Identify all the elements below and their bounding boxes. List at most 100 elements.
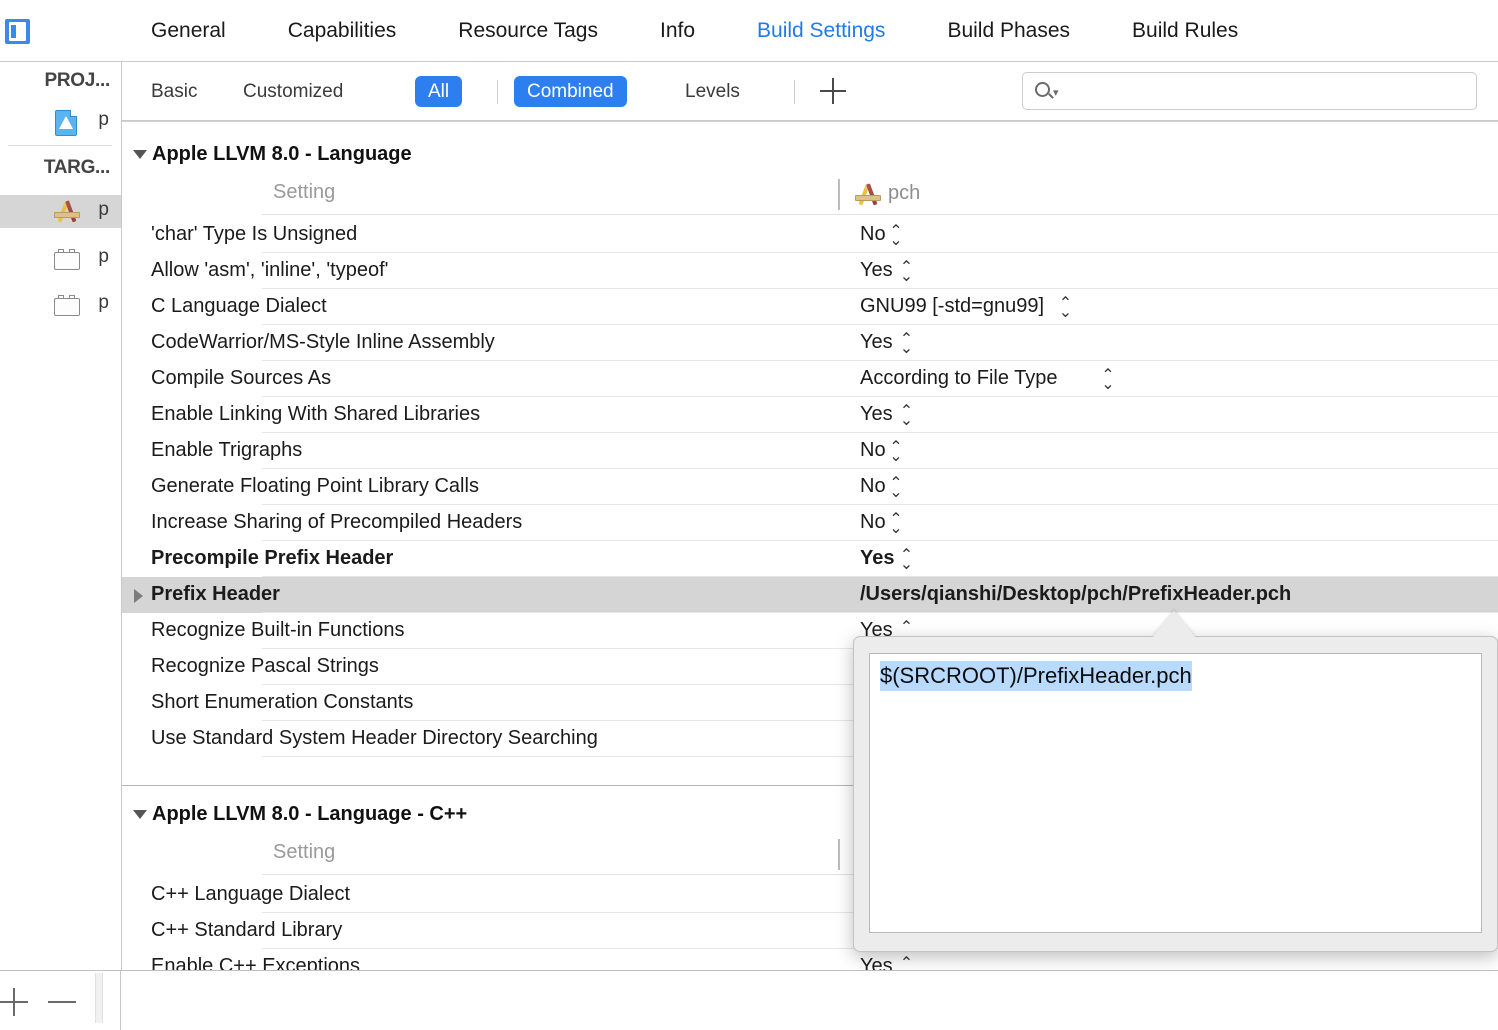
settings-row[interactable]: Enable C++ Exceptions Yes ⌃⌄: [122, 949, 1498, 970]
value-stepper-icon[interactable]: ⌃⌄: [889, 476, 902, 501]
sidebar-item-label: p: [98, 292, 109, 313]
settings-row[interactable]: Compile Sources As According to File Type…: [122, 361, 1498, 397]
search-field[interactable]: ▾: [1022, 72, 1477, 110]
setting-value[interactable]: No: [860, 475, 886, 498]
settings-column-header: Setting pch: [122, 179, 1498, 217]
target-icon: [54, 200, 80, 224]
settings-row[interactable]: Precompile Prefix Header Yes ⌃ ⌄: [122, 541, 1498, 577]
setting-value[interactable]: Yes: [860, 547, 894, 570]
value-stepper-icon[interactable]: ⌃⌄: [900, 956, 913, 971]
filter-combined[interactable]: Combined: [514, 76, 627, 107]
group-disclosure-triangle[interactable]: [133, 150, 147, 159]
sidebar-project-header: PROJ...: [44, 70, 111, 91]
setting-value[interactable]: GNU99 [-std=gnu99]: [860, 295, 1044, 318]
setting-name: CodeWarrior/MS-Style Inline Assembly: [151, 331, 495, 353]
add-setting-button[interactable]: [818, 76, 848, 106]
tab-build-phases[interactable]: Build Phases: [916, 19, 1101, 43]
column-header-setting: Setting: [273, 181, 336, 203]
sidebar-toggle-bar: [11, 25, 16, 38]
settings-row[interactable]: CodeWarrior/MS-Style Inline Assembly Yes ⌃…: [122, 325, 1498, 361]
chevron-down-icon[interactable]: ▾: [1053, 88, 1059, 99]
filter-separator-2: [794, 80, 795, 104]
setting-name: Enable Linking With Shared Libraries: [151, 403, 481, 425]
setting-value[interactable]: According to File Type: [860, 367, 1058, 390]
settings-row[interactable]: Enable Trigraphs No ⌃ ⌄: [122, 433, 1498, 469]
setting-name: C Language Dialect: [151, 295, 327, 317]
column-divider: [838, 179, 840, 210]
editor-tabs: General Capabilities Resource Tags Info Buil…: [120, 0, 1269, 62]
group-disclosure-triangle[interactable]: [133, 810, 147, 819]
project-icon: [55, 110, 77, 136]
value-stepper-icon[interactable]: ⌃⌄: [1059, 296, 1072, 321]
project-target-sidebar: PROJ... p TARG... p p p: [0, 62, 122, 970]
settings-row[interactable]: Generate Floating Point Library Calls No ⌃…: [122, 469, 1498, 505]
tab-resource-tags[interactable]: Resource Tags: [427, 19, 629, 43]
prefix-header-value-field[interactable]: $(SRCROOT)/PrefixHeader.pch: [869, 653, 1482, 933]
settings-row[interactable]: 'char' Type Is Unsigned No ⌃ ⌄: [122, 217, 1498, 253]
filter-customized[interactable]: Customized: [230, 76, 356, 107]
settings-row[interactable]: Increase Sharing of Precompiled Headers N…: [122, 505, 1498, 541]
sidebar-item-target-uitests[interactable]: p: [0, 288, 121, 321]
setting-value[interactable]: No: [860, 439, 886, 462]
tab-general[interactable]: General: [120, 19, 257, 43]
setting-name: Increase Sharing of Precompiled Headers: [151, 511, 523, 533]
prefix-header-value-popover: $(SRCROOT)/PrefixHeader.pch: [853, 636, 1498, 952]
filter-basic[interactable]: Basic: [138, 76, 210, 107]
remove-target-button[interactable]: [48, 988, 76, 1016]
setting-value[interactable]: /Users/qianshi/Desktop/pch/PrefixHeader.…: [860, 583, 1291, 606]
setting-name: Recognize Built-in Functions: [151, 619, 405, 641]
add-target-button[interactable]: [0, 988, 28, 1016]
sidebar-item-target-pch[interactable]: p: [0, 195, 121, 228]
filter-separator: [497, 80, 498, 104]
value-stepper-icon[interactable]: ⌃⌄: [889, 512, 902, 537]
column-header-setting: Setting: [273, 841, 336, 863]
setting-name: Recognize Pascal Strings: [151, 655, 379, 677]
value-stepper-icon[interactable]: ⌃⌄: [1101, 368, 1114, 393]
setting-value[interactable]: Yes: [860, 403, 893, 426]
setting-name: Enable Trigraphs: [151, 439, 303, 461]
sidebar-item-label: p: [98, 199, 109, 220]
row-disclosure-triangle[interactable]: [134, 589, 143, 603]
setting-name: C++ Language Dialect: [151, 883, 351, 905]
search-input[interactable]: [1069, 78, 1471, 106]
setting-name: Compile Sources As: [151, 367, 332, 389]
setting-value[interactable]: Yes: [860, 331, 893, 354]
value-stepper-icon[interactable]: ⌃⌄: [889, 224, 902, 249]
value-stepper-icon[interactable]: ⌃⌄: [900, 332, 913, 357]
target-icon: [855, 183, 881, 207]
settings-group-title: Apple LLVM 8.0 - Language: [152, 143, 412, 165]
setting-name: Allow 'asm', 'inline', 'typeof': [151, 259, 389, 281]
settings-group-title: Apple LLVM 8.0 - Language - C++: [152, 803, 468, 825]
sidebar-item-target-tests[interactable]: p: [0, 242, 121, 275]
settings-row[interactable]: Enable Linking With Shared Libraries Yes ⌃…: [122, 397, 1498, 433]
setting-name: Precompile Prefix Header: [151, 547, 394, 569]
value-stepper-icon[interactable]: ⌃⌄: [889, 440, 902, 465]
value-stepper-icon[interactable]: ⌃⌄: [900, 404, 913, 429]
bundle-icon: [54, 295, 80, 316]
tab-build-settings[interactable]: Build Settings: [726, 19, 916, 43]
sidebar-item-label: p: [98, 109, 109, 130]
settings-row[interactable]: Prefix Header/Users/qianshi/Desktop/pch/…: [122, 577, 1498, 613]
setting-value[interactable]: No: [860, 223, 886, 246]
setting-value[interactable]: Yes: [860, 259, 893, 282]
sidebar-scrollbar[interactable]: [95, 973, 103, 1023]
sidebar-item-project[interactable]: p: [0, 105, 121, 138]
sidebar-toggle-icon[interactable]: [5, 19, 30, 44]
value-stepper-icon[interactable]: ⌃⌄: [900, 548, 913, 573]
settings-row[interactable]: Allow 'asm', 'inline', 'typeof' Yes ⌃ ⌄: [122, 253, 1498, 289]
setting-value[interactable]: No: [860, 511, 886, 534]
search-icon: [1035, 82, 1050, 97]
value-stepper-icon[interactable]: ⌃⌄: [900, 260, 913, 285]
settings-row[interactable]: C Language Dialect GNU99 [-std=gnu99] ⌃ ⌄: [122, 289, 1498, 325]
popover-arrow: [1152, 611, 1196, 638]
setting-name: Generate Floating Point Library Calls: [151, 475, 479, 497]
filter-levels[interactable]: Levels: [672, 76, 753, 107]
tab-capabilities[interactable]: Capabilities: [257, 19, 428, 43]
setting-value[interactable]: Yes: [860, 955, 893, 970]
tab-info[interactable]: Info: [629, 19, 726, 43]
sidebar-divider: [8, 145, 112, 146]
bundle-icon: [54, 249, 80, 270]
filter-all[interactable]: All: [415, 76, 463, 107]
column-header-pch: pch: [888, 182, 921, 204]
tab-build-rules[interactable]: Build Rules: [1101, 19, 1269, 43]
